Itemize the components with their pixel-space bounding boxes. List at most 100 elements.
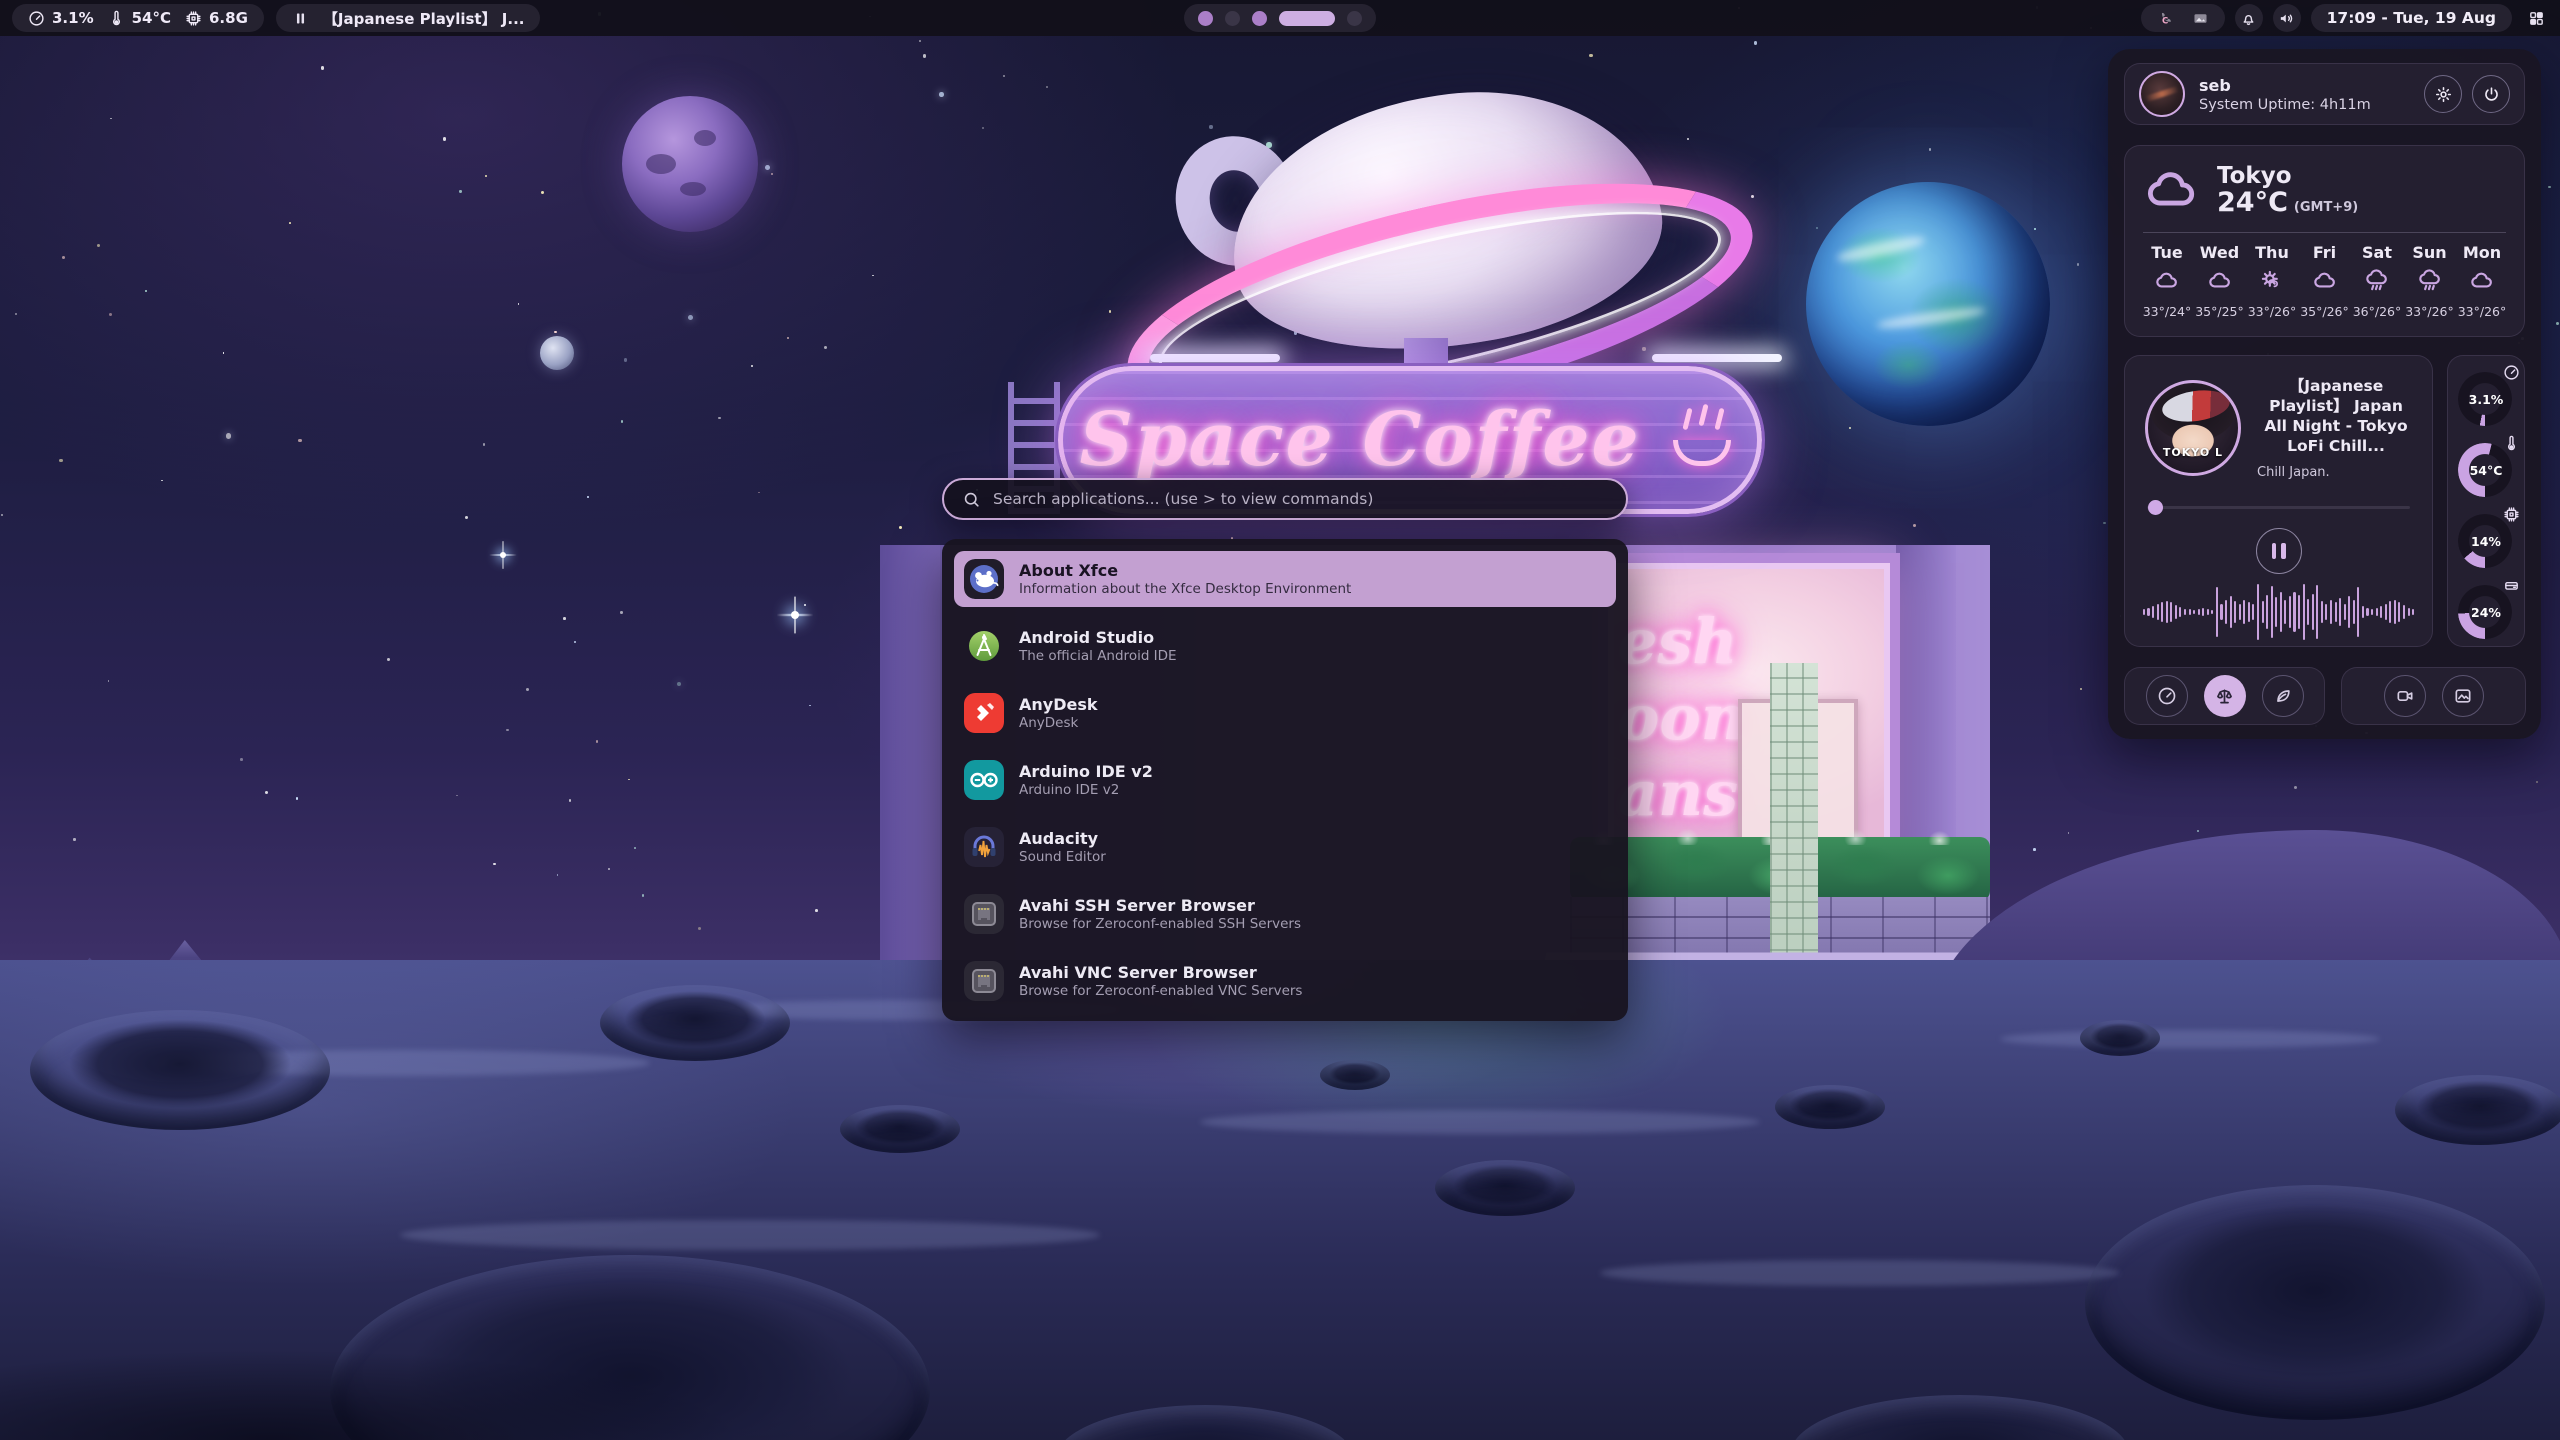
forecast-day: Sat36°/26° (2353, 243, 2401, 319)
app-result-row[interactable]: Avahi SSH Server BrowserBrowse for Zeroc… (954, 886, 1616, 942)
day-label: Fri (2313, 243, 2336, 262)
scales-icon (2214, 686, 2235, 707)
notifications-button[interactable] (2235, 4, 2263, 32)
arduino-icon (964, 760, 1004, 800)
app-title: About Xfce (1019, 561, 1351, 581)
album-art (2145, 380, 2241, 476)
network-socket-icon (964, 894, 1004, 934)
day-temps: 35°/26° (2300, 304, 2349, 319)
app-title: Android Studio (1019, 628, 1177, 648)
app-result-row[interactable]: Android StudioThe official Android IDE (954, 618, 1616, 674)
now-playing-label: 【Japanese Playlist】 J... (323, 8, 525, 29)
cloud-icon (2143, 162, 2201, 220)
cloud-icon (2205, 268, 2235, 298)
forecast-day: Thu33°/26° (2248, 243, 2296, 319)
app-result-row[interactable]: AudacitySound Editor (954, 819, 1616, 875)
memory-stat: 6.8G (185, 9, 248, 27)
forecast-day: Fri 35°/26° (2301, 243, 2349, 319)
volume-button[interactable] (2273, 4, 2301, 32)
now-playing-pill[interactable]: 【Japanese Playlist】 J... (276, 4, 541, 32)
gauge-disk: 24% (2454, 579, 2518, 643)
track-artist: Chill Japan. (2257, 465, 2415, 480)
cloud-rain-icon (2415, 268, 2445, 298)
user-name: seb (2199, 76, 2371, 95)
day-temps: 35°/25° (2195, 304, 2244, 319)
gauge-value: 3.1% (2454, 392, 2518, 407)
phone-connect-icon[interactable]: C (2157, 10, 2174, 27)
workspace-dot-3[interactable] (1252, 11, 1267, 26)
day-label: Sun (2412, 243, 2446, 262)
anydesk-icon (964, 693, 1004, 733)
sign-light-tube (1652, 354, 1782, 362)
powersave-mode-button[interactable] (2262, 675, 2304, 717)
app-subtitle: The official Android IDE (1019, 648, 1177, 665)
forecast-day: Tue33°/24° (2143, 243, 2191, 319)
day-temps: 33°/26° (2458, 304, 2507, 319)
top-bar: 3.1% 54°C 6.8G 【Japanese Playlist】 J... (0, 0, 2560, 36)
workspace-indicator[interactable] (1184, 4, 1376, 32)
bell-icon (2240, 10, 2257, 27)
settings-button[interactable] (2424, 75, 2462, 113)
progress-handle[interactable] (2148, 500, 2163, 515)
balanced-mode-button[interactable] (2204, 675, 2246, 717)
tiled-column (1770, 663, 1818, 983)
day-temps: 33°/26° (2248, 304, 2297, 319)
app-result-row[interactable]: AnyDeskAnyDesk (954, 685, 1616, 741)
day-label: Wed (2200, 243, 2239, 262)
clock-pill[interactable]: 17:09 - Tue, 19 Aug (2311, 4, 2512, 32)
crater (1320, 1060, 1390, 1090)
gauge-speedometer: 3.1% (2454, 366, 2518, 430)
search-bar[interactable] (942, 478, 1628, 520)
control-panel: seb System Uptime: 4h11m Tokyo 24°C(GMT+… (2108, 49, 2541, 739)
workspace-dot-2[interactable] (1225, 11, 1240, 26)
xfce-mouse-icon (964, 559, 1004, 599)
day-temps: 36°/26° (2353, 304, 2402, 319)
earth-planet (1806, 182, 2050, 426)
overview-button[interactable] (2522, 4, 2550, 32)
earth-cloud (1836, 233, 1927, 265)
app-launcher: About XfceInformation about the Xfce Des… (942, 478, 1628, 1021)
app-title: Audacity (1019, 829, 1106, 849)
workspace-dot-4[interactable] (1279, 11, 1335, 26)
gear-icon (2434, 85, 2453, 104)
pause-icon (292, 10, 309, 27)
svg-text:C: C (2162, 16, 2168, 26)
workspace-dot-1[interactable] (1198, 11, 1213, 26)
speedometer-icon (2157, 686, 2177, 706)
power-button[interactable] (2472, 75, 2510, 113)
crater (2085, 1185, 2545, 1420)
thermometer-icon (108, 10, 125, 27)
foreground-shadow (0, 1320, 900, 1440)
app-subtitle: Browse for Zeroconf-enabled VNC Servers (1019, 983, 1302, 1000)
bright-star (489, 541, 517, 569)
search-input[interactable] (993, 490, 1608, 508)
divider (2143, 232, 2506, 233)
cloud-rain-icon (2362, 268, 2392, 298)
system-uptime: System Uptime: 4h11m (2199, 97, 2371, 113)
workspace-dot-5[interactable] (1347, 11, 1362, 26)
shop-left-pillar (880, 545, 940, 1015)
earth-cloud (1876, 304, 1987, 331)
app-result-row[interactable]: Arduino IDE v2Arduino IDE v2 (954, 752, 1616, 808)
speedometer-icon (28, 10, 45, 27)
video-camera-icon (2395, 686, 2415, 706)
image-icon[interactable] (2192, 10, 2209, 27)
quick-settings-left (2124, 667, 2325, 725)
gauge-chip: 14% (2454, 508, 2518, 572)
app-result-row[interactable]: Avahi VNC Server BrowserBrowse for Zeroc… (954, 953, 1616, 1009)
screen-record-button[interactable] (2384, 675, 2426, 717)
disk-icon (2503, 577, 2520, 594)
app-result-row[interactable]: About XfceInformation about the Xfce Des… (954, 551, 1616, 607)
app-subtitle: Arduino IDE v2 (1019, 782, 1153, 799)
weather-temp: 24°C (2217, 187, 2288, 218)
performance-mode-button[interactable] (2146, 675, 2188, 717)
progress-bar[interactable] (2147, 506, 2410, 509)
day-label: Mon (2463, 243, 2501, 262)
forecast-day: Sun33°/26° (2406, 243, 2454, 319)
pause-button[interactable] (2256, 528, 2302, 574)
chip-icon (2503, 506, 2520, 523)
app-title: Avahi VNC Server Browser (1019, 963, 1302, 983)
planet-crater (694, 130, 716, 146)
screenshot-button[interactable] (2442, 675, 2484, 717)
app-subtitle: Information about the Xfce Desktop Envir… (1019, 581, 1351, 598)
